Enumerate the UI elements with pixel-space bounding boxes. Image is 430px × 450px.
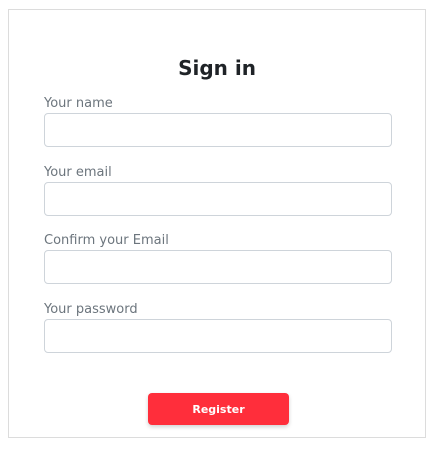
confirm-email-input[interactable]	[44, 250, 392, 284]
email-input[interactable]	[44, 182, 392, 216]
register-button[interactable]: Register	[148, 393, 289, 425]
password-label: Your password	[44, 302, 138, 317]
register-card: Sign in Your name Your email Confirm you…	[8, 9, 426, 438]
confirm-email-label: Confirm your Email	[44, 233, 169, 248]
name-input[interactable]	[44, 113, 392, 147]
password-input[interactable]	[44, 319, 392, 353]
name-label: Your name	[44, 96, 113, 111]
form-title: Sign in	[178, 56, 256, 80]
email-label: Your email	[44, 165, 112, 180]
